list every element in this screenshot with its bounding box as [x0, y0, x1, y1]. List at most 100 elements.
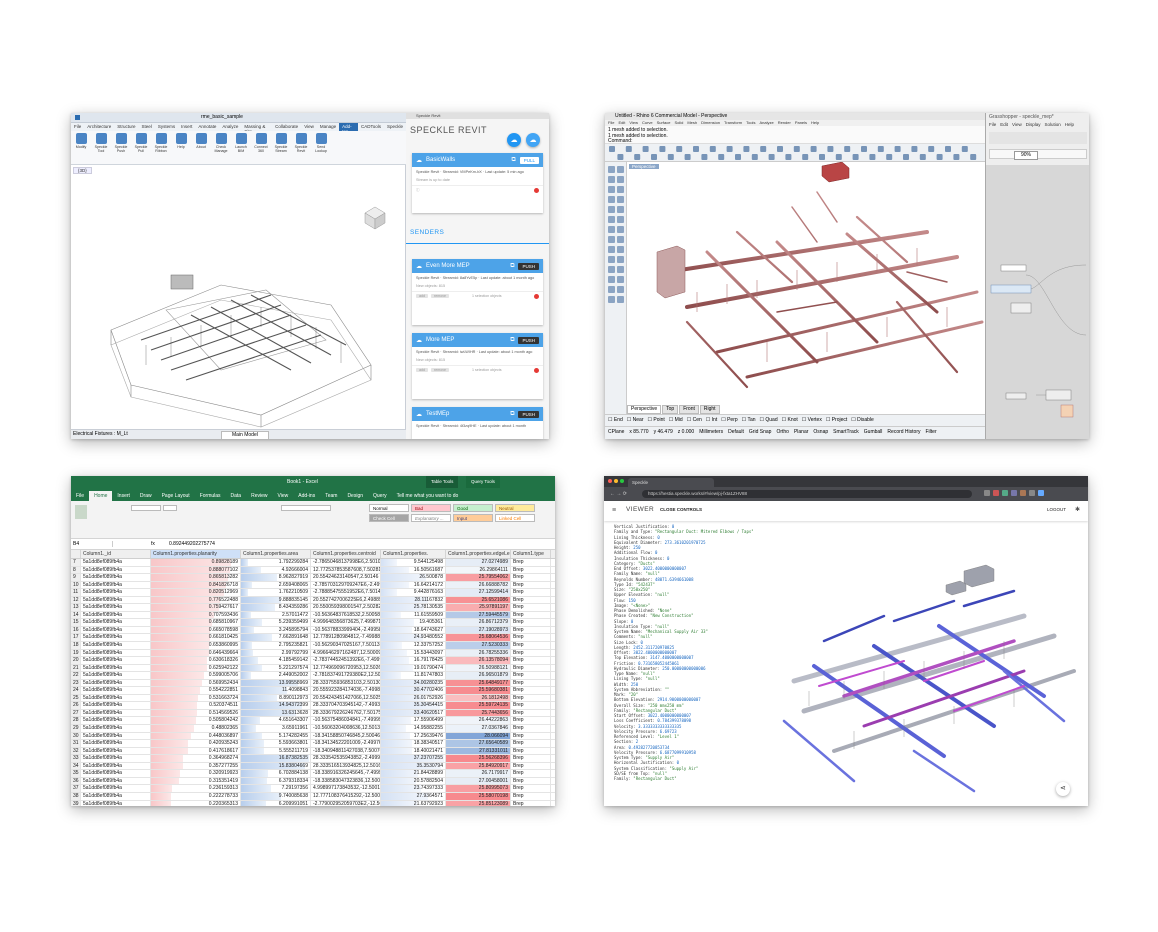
table-cell[interactable]: Brep — [511, 687, 551, 694]
viewport-tab[interactable]: Top — [662, 405, 679, 414]
table-cell[interactable]: 20.555923284174036,-7.49986 — [311, 687, 381, 694]
revit-ribbon-button[interactable]: Modify — [73, 133, 89, 162]
rhino-toolbar-icons[interactable] — [605, 144, 985, 162]
table-cell[interactable]: 0.665078598 — [151, 626, 241, 634]
add-sender-button[interactable]: ☁ — [526, 133, 540, 147]
row-number[interactable]: 30 — [71, 732, 81, 740]
excel-tab[interactable]: Draw — [135, 491, 157, 501]
revit-ribbon-button[interactable]: Send Lookup — [313, 133, 329, 162]
push-button[interactable]: PUSH — [518, 262, 539, 270]
table-cell[interactable]: 5a1dd8ef089fb4a — [81, 777, 151, 785]
table-cell[interactable]: 27.12599414 — [446, 589, 511, 596]
table-cell[interactable]: 25.6521086 — [446, 596, 511, 604]
table-cell[interactable]: 35.3530794 — [381, 762, 446, 770]
table-cell[interactable]: 27.0367846 — [446, 725, 511, 732]
table-cell[interactable]: 5a1dd8ef089fb4a — [81, 770, 151, 777]
row-number[interactable]: 19 — [71, 649, 81, 657]
style-good[interactable]: Good — [453, 504, 493, 512]
table-cell[interactable]: 5a1dd8ef089fb4a — [81, 649, 151, 657]
gh-menu-item[interactable]: Solution — [1044, 122, 1060, 127]
table-row[interactable]: 18 5a1dd8ef089fb4a 0.653860995 2.795235821-… — [71, 642, 555, 650]
table-cell[interactable]: 0.315351419 — [151, 777, 241, 785]
table-cell[interactable]: 25.58070198 — [446, 792, 511, 800]
sender-add-chip[interactable]: add — [416, 368, 428, 372]
table-cell[interactable]: 5a1dd8ef089fb4a — [81, 626, 151, 634]
table-row[interactable]: 37 5a1dd8ef089fb4a 0.236159313 7.29197356 4.… — [71, 785, 555, 793]
gh-menu-item[interactable]: Help — [1065, 122, 1074, 127]
worksheet-grid[interactable]: Column1._id Column1.properties.planarity C… — [71, 550, 555, 806]
table-cell[interactable]: 5a1dd8ef089fb4a — [81, 619, 151, 626]
table-row[interactable]: 34 5a1dd8ef089fb4a 0.357277255 15.83804669 2… — [71, 762, 555, 771]
table-cell[interactable]: Brep — [511, 694, 551, 702]
viewport-label[interactable]: Perspective — [629, 164, 659, 169]
table-cell[interactable]: 9.740085638 — [241, 792, 311, 800]
osnap-toggle[interactable]: ☐ Knot — [782, 417, 798, 424]
table-cell[interactable]: 27.5230333 — [446, 642, 511, 649]
viewport-tab[interactable]: Right — [699, 405, 720, 414]
table-cell[interactable]: 0.685810967 — [151, 619, 241, 626]
table-cell[interactable]: -18.34158850746845,2.500465 — [311, 732, 381, 740]
row-number[interactable]: 20 — [71, 657, 81, 664]
table-cell[interactable]: 27.00458001 — [446, 777, 511, 785]
speckle-3d-viewer[interactable] — [724, 521, 1088, 806]
logout-button[interactable]: LOGOUT — [1047, 507, 1066, 512]
table-cell[interactable]: 12.774969096720953,12.50268 — [311, 664, 381, 672]
table-cell[interactable]: 2.449052002 — [241, 672, 311, 679]
revit-tab[interactable]: Manage — [317, 123, 339, 131]
table-cell[interactable]: 0.531663724 — [151, 694, 241, 702]
table-cell[interactable]: Brep — [511, 747, 551, 755]
status-item[interactable]: Grid Snap — [749, 429, 772, 436]
table-cell[interactable]: 0.554222851 — [151, 687, 241, 694]
table-cell[interactable]: 5a1dd8ef089fb4a — [81, 559, 151, 566]
table-cell[interactable]: 11.61559509 — [381, 611, 446, 619]
table-cell[interactable]: 5.555211719 — [241, 747, 311, 755]
table-cell[interactable]: 25.59724135 — [446, 702, 511, 709]
row-number[interactable]: 33 — [71, 755, 81, 762]
row-number[interactable]: 26 — [71, 702, 81, 709]
delete-icon[interactable] — [534, 187, 539, 193]
table-cell[interactable]: 28.333542535943852,-2.499965 — [311, 755, 381, 762]
table-cell[interactable]: -18.338583047323836,12.5004 — [311, 777, 381, 785]
table-cell[interactable]: 5a1dd8ef089fb4a — [81, 679, 151, 687]
table-cell[interactable]: -2.78374452451392E6,-7.4999( — [311, 657, 381, 664]
table-row[interactable]: 16 5a1dd8ef089fb4a 0.665078598 3.245895794-… — [71, 626, 555, 635]
table-cell[interactable]: 0.625942122 — [151, 664, 241, 672]
table-cell[interactable]: 20.55424623140547,2.50146 — [311, 574, 381, 581]
table-cell[interactable]: 27.9364571 — [381, 792, 446, 800]
sender-remove-chip[interactable]: remove — [431, 294, 449, 298]
table-row[interactable]: 31 5a1dd8ef089fb4a 0.420935243 5.593663801-… — [71, 740, 555, 748]
settings-icon[interactable]: ✱ — [1075, 506, 1080, 513]
table-cell[interactable]: 26.78255336 — [446, 649, 511, 657]
table-cell[interactable]: 12.77891280984812,-7.499889 — [311, 634, 381, 642]
table-row[interactable]: 11 5a1dd8ef089fb4a 0.820512969 1.762210509-… — [71, 589, 555, 597]
revit-ribbon-button[interactable]: About — [193, 133, 209, 162]
menu-icon[interactable]: ≡ — [612, 507, 616, 514]
table-row[interactable]: 7 5a1dd8ef089fb4a 0.89828189 1.792299284 -2.… — [71, 559, 555, 567]
table-cell[interactable]: 5a1dd8ef089fb4a — [81, 604, 151, 611]
excel-tab[interactable]: Add-ins — [293, 491, 320, 501]
table-cell[interactable]: 16.87382535 — [241, 755, 311, 762]
status-item[interactable]: Osnap — [813, 429, 828, 436]
revit-ribbon-button[interactable]: Speckle Tool — [93, 133, 109, 162]
table-cell[interactable]: Brep — [511, 664, 551, 672]
table-cell[interactable]: 7.29197356 — [241, 785, 311, 792]
table-cell[interactable]: 15.83804669 — [241, 762, 311, 770]
table-cell[interactable]: 4.996646297162487,12.500098 — [311, 649, 381, 657]
table-cell[interactable]: Brep — [511, 589, 551, 596]
row-number[interactable]: 10 — [71, 581, 81, 589]
table-cell[interactable]: 0.320919923 — [151, 770, 241, 777]
table-cell[interactable]: Brep — [511, 596, 551, 604]
table-cell[interactable]: Brep — [511, 755, 551, 762]
table-cell[interactable]: Brep — [511, 792, 551, 800]
table-cell[interactable]: 8.434359286 — [241, 604, 311, 611]
table-cell[interactable]: Brep — [511, 717, 551, 725]
table-cell[interactable]: 19.405361 — [381, 619, 446, 626]
table-row[interactable]: 26 5a1dd8ef089fb4a 0.520374511 14.94372399 2… — [71, 702, 555, 710]
table-cell[interactable]: 6.379318334 — [241, 777, 311, 785]
table-row[interactable]: 12 5a1dd8ef089fb4a 0.776522488 9.888835145 2… — [71, 596, 555, 605]
table-cell[interactable]: 16.79178425 — [381, 657, 446, 664]
revit-tab[interactable]: Annotate — [195, 123, 219, 131]
table-cell[interactable]: 26.01752926 — [381, 694, 446, 702]
row-number[interactable]: 38 — [71, 792, 81, 800]
osnap-toggle[interactable]: ☐ Mid — [669, 417, 683, 424]
